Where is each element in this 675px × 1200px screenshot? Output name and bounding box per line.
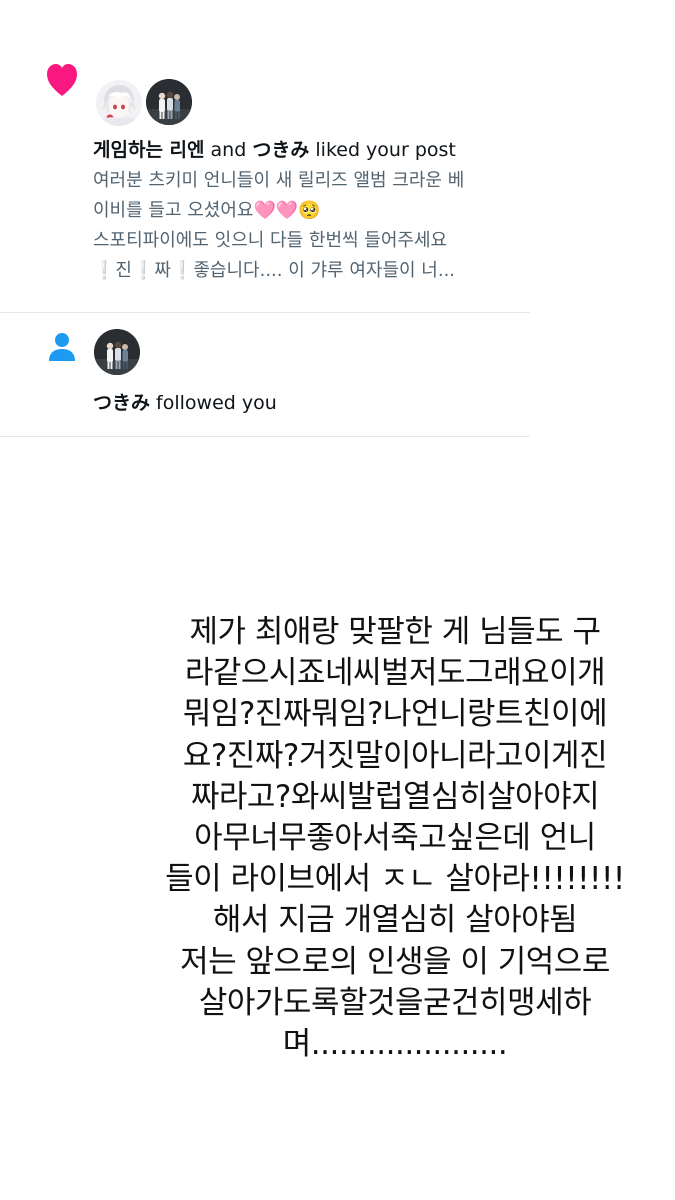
person-icon bbox=[49, 333, 75, 361]
user-name[interactable]: 게임하는 리엔 bbox=[93, 139, 205, 161]
preview-line: ❕진❕짜❕좋습니다.... 이 갸루 여자들이 너... bbox=[93, 260, 456, 281]
user-name[interactable]: つきみ bbox=[93, 392, 150, 414]
story-line: 들이 라이브에서 ㅈㄴ 살아라!!!!!!!! bbox=[165, 861, 625, 898]
avatar-group-photo[interactable] bbox=[94, 329, 140, 375]
user-name[interactable]: つきみ bbox=[252, 139, 309, 161]
story-line: 제가 최애랑 맞팔한 게 님들도 구 bbox=[189, 614, 601, 650]
story-text-overlay: 제가 최애랑 맞팔한 게 님들도 구 라같으시죠네씨벌저도그래요이개 뭐임?진짜… bbox=[150, 612, 640, 1065]
divider bbox=[0, 436, 530, 437]
action-text: followed you bbox=[150, 392, 277, 414]
story-line: 며..................... bbox=[282, 1026, 508, 1063]
story-line: 해서 지금 개열심히 살아야됨 bbox=[212, 902, 578, 939]
post-preview[interactable]: 여러분 츠키미 언니들이 새 릴리즈 앨범 크라운 베 이비를 들고 오셨어요🩷… bbox=[93, 166, 523, 286]
notification-text: つきみ followed you bbox=[93, 391, 277, 415]
story-line: 저는 앞으로의 인생을 이 기억으로 bbox=[180, 943, 610, 980]
avatar-group-photo[interactable] bbox=[146, 79, 192, 125]
story-line: 라같으시죠네씨벌저도그래요이개 bbox=[184, 655, 606, 692]
heart-icon bbox=[47, 64, 77, 96]
preview-line: 여러분 츠키미 언니들이 새 릴리즈 앨범 크라운 베 bbox=[93, 170, 465, 191]
story-line: 아무너무좋아서죽고싶은데 언니 bbox=[194, 820, 596, 857]
like-notification[interactable]: 게임하는 리엔 and つきみ liked your post 여러분 츠키미 … bbox=[0, 64, 530, 312]
story-line: 요?진짜?거짓말이아니라고이게진 bbox=[182, 737, 608, 774]
notification-text: 게임하는 리엔 and つきみ liked your post bbox=[93, 138, 456, 162]
story-line: 살아가도록할것을굳건히맹세하 bbox=[198, 984, 592, 1021]
follow-notification[interactable]: つきみ followed you bbox=[0, 313, 530, 436]
story-line: 뭐임?진짜뭐임?나언니랑트친이에 bbox=[182, 696, 608, 733]
action-text: liked your post bbox=[309, 139, 456, 161]
preview-line: 스포티파이에도 잇으니 다들 한번씩 들어주세요 bbox=[93, 230, 448, 251]
preview-line: 이비를 들고 오셨어요🩷🩷🥺 bbox=[93, 200, 321, 221]
joiner-text: and bbox=[204, 139, 253, 161]
story-line: 짜라고?와씨발럽열심히살아야지 bbox=[190, 778, 600, 815]
avatar-white-hair-character[interactable] bbox=[96, 80, 142, 126]
